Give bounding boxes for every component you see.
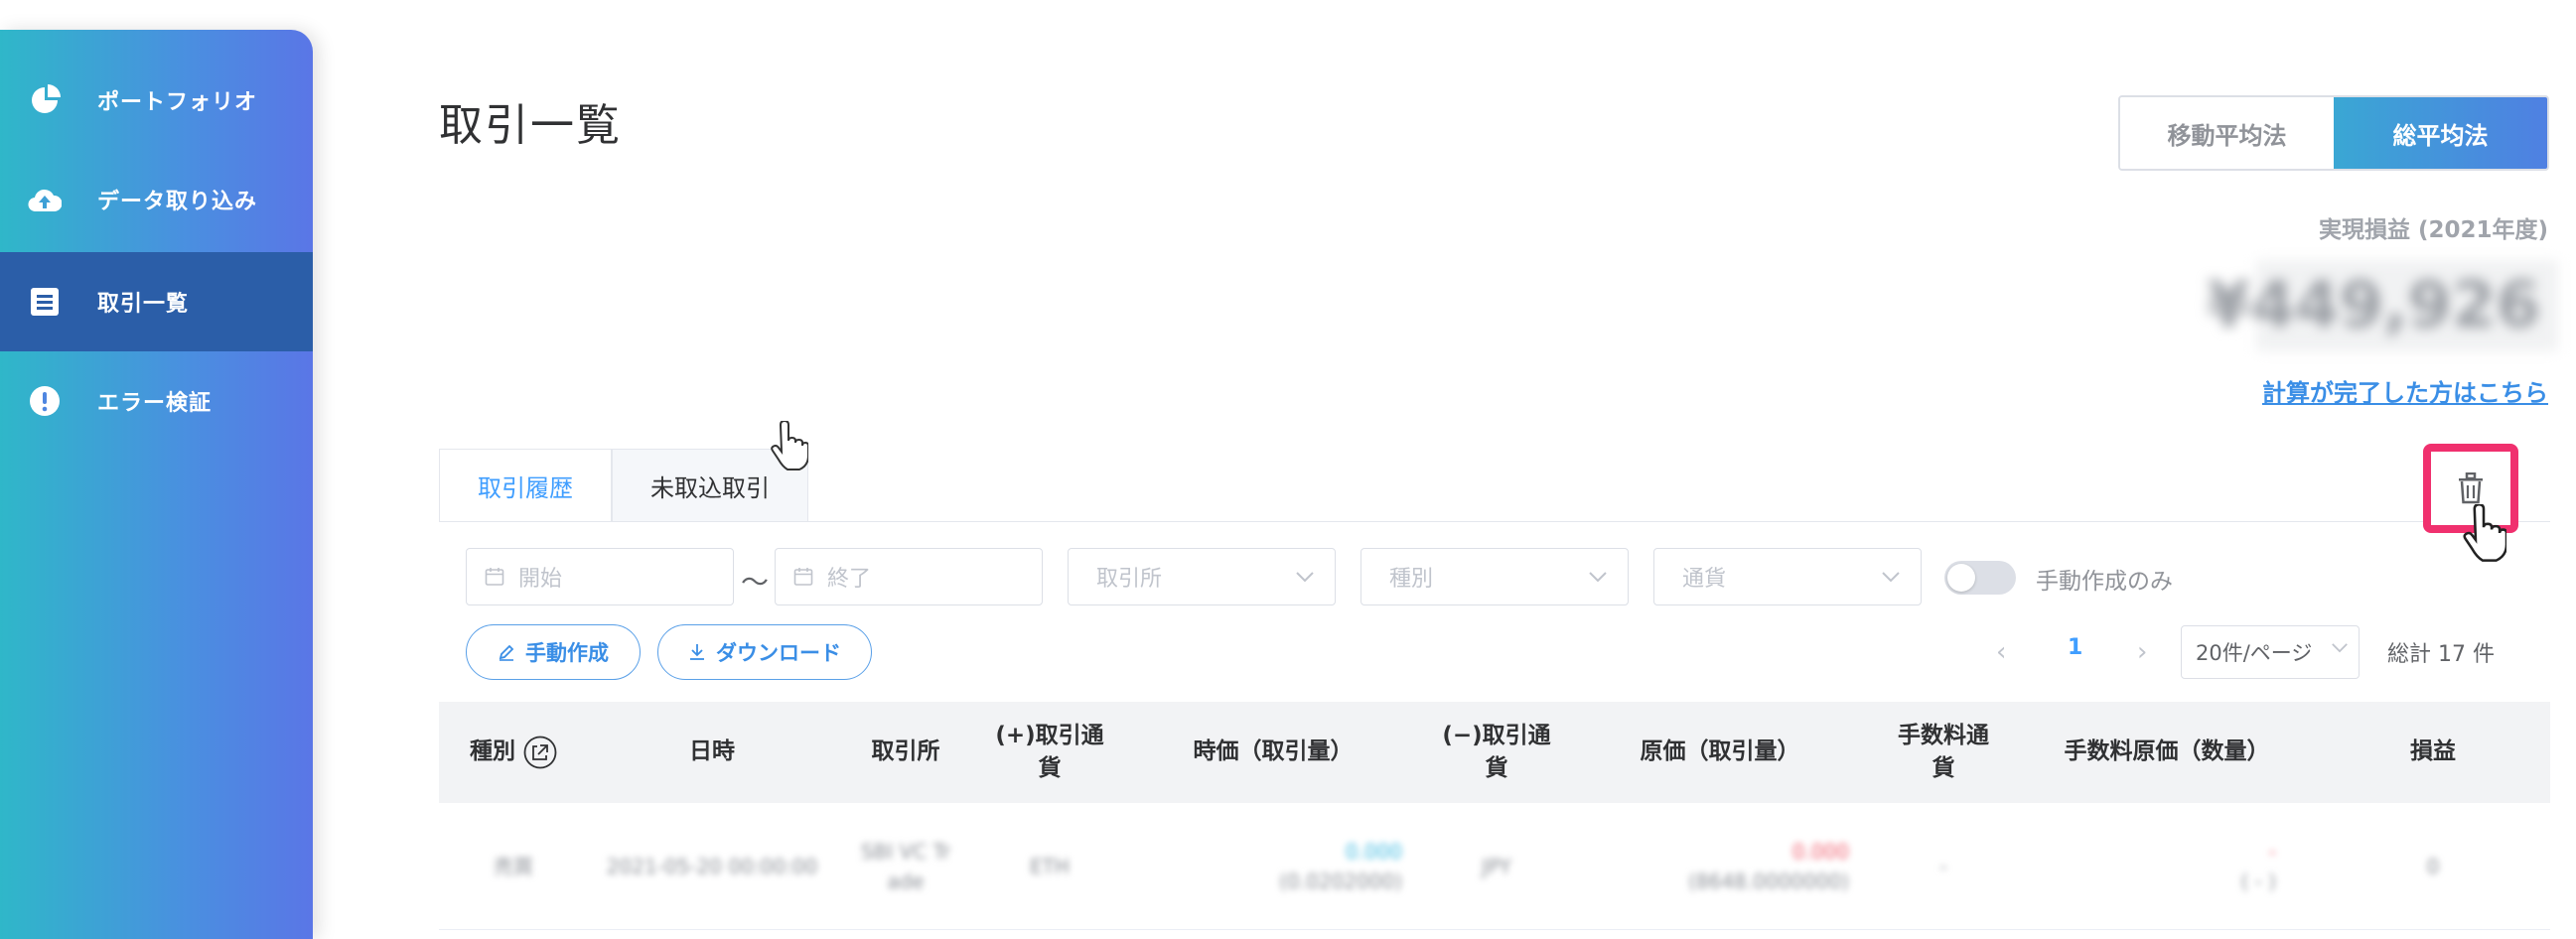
market-value-amount: 0.000 [1345, 840, 1402, 864]
tab-bar: 取引履歴 未取込取引 [439, 449, 808, 522]
column-header-market-value: 時価（取引量） [1193, 738, 1354, 765]
date-range-separator: 〜 [741, 566, 770, 599]
page-size-value: 20件/ページ [2196, 641, 2313, 665]
external-link-icon[interactable] [523, 736, 557, 769]
realized-pnl-label: 実現損益 (2021年度) [2318, 217, 2548, 243]
realized-pnl-value: ¥449,926 [2207, 260, 2558, 351]
currency-placeholder: 通貨 [1682, 567, 1727, 592]
current-page-number[interactable]: 1 [2068, 635, 2082, 660]
chevron-down-icon [2331, 642, 2349, 653]
cell-exchange: SBI VC Tr ade [860, 840, 951, 893]
sidebar-item-transactions[interactable]: 取引一覧 [0, 252, 313, 351]
cell-market-value: 0.000 (0.0202000) [1124, 803, 1422, 930]
exchange-select[interactable]: 取引所 [1068, 548, 1336, 605]
cell-fee-currency: - [1939, 855, 1947, 878]
trash-icon [2459, 472, 2483, 504]
cell-cost: 0.000 (8648.0000000) [1571, 803, 1869, 930]
cloud-upload-icon [28, 183, 62, 216]
sidebar-item-label: データ取り込み [97, 190, 258, 214]
type-select[interactable]: 種別 [1360, 548, 1629, 605]
sidebar-item-label: ポートフォリオ [97, 90, 258, 115]
cell-datetime: 2021-05-20 00:00:00 [606, 855, 818, 878]
currency-select[interactable]: 通貨 [1653, 548, 1922, 605]
start-date-placeholder: 開始 [518, 567, 563, 592]
column-header-fee-currency: 手数料通 貨 [1898, 722, 1989, 781]
fee-cost-amount: - [2268, 840, 2276, 864]
manual-only-switch[interactable] [1944, 561, 2016, 595]
alert-icon [28, 384, 62, 418]
download-icon [688, 643, 706, 661]
manual-create-label: 手動作成 [525, 641, 609, 665]
column-header-plus-currency: (+)取引通 貨 [995, 722, 1104, 781]
end-date-input[interactable]: 終了 [775, 548, 1043, 605]
page-size-select[interactable]: 20件/ページ [2181, 625, 2360, 679]
column-header-pnl: 損益 [2410, 738, 2456, 765]
manual-only-label: 手動作成のみ [2036, 569, 2173, 595]
column-header-exchange: 取引所 [871, 738, 940, 765]
type-placeholder: 種別 [1389, 567, 1434, 592]
market-value-qty: (0.0202000) [1279, 870, 1402, 893]
tab-divider [439, 521, 2550, 522]
table-header: 種別 日時 取引所 (+)取引通 貨 時価（取引量） (−)取引通 貨 原価（取… [439, 702, 2550, 803]
edit-icon [498, 643, 515, 661]
sidebar-item-error-check[interactable]: エラー検証 [0, 351, 313, 451]
column-header-fee-cost: 手数料原価（数量） [2064, 738, 2270, 765]
download-button[interactable]: ダウンロード [657, 624, 872, 680]
hand-cursor-icon [771, 421, 808, 470]
calculation-complete-link[interactable]: 計算が完了した方はこちら [2262, 373, 2548, 408]
total-count: 総計 17 件 [2387, 642, 2495, 667]
calendar-icon [793, 567, 813, 587]
cost-method-toggle: 移動平均法 総平均法 [2118, 95, 2549, 171]
total-average-button[interactable]: 総平均法 [2334, 97, 2547, 169]
page-title: 取引一覧 [439, 100, 622, 151]
pie-chart-icon [28, 83, 62, 117]
manual-create-button[interactable]: 手動作成 [466, 624, 641, 680]
start-date-input[interactable]: 開始 [466, 548, 734, 605]
column-header-cost: 原価（取引量） [1640, 738, 1800, 765]
sidebar-item-label: 取引一覧 [97, 292, 190, 317]
sidebar-item-data-import[interactable]: データ取り込み [0, 150, 313, 249]
sidebar-item-portfolio[interactable]: ポートフォリオ [0, 51, 313, 150]
chevron-down-icon [1295, 571, 1315, 583]
column-header-datetime: 日時 [689, 738, 735, 765]
cell-minus-currency: JPY [1482, 855, 1511, 878]
cell-fee-cost: - ( - ) [2018, 803, 2316, 930]
cell-plus-currency: ETH [1030, 855, 1070, 878]
fee-cost-qty: ( - ) [2240, 870, 2276, 893]
next-page-icon[interactable]: › [2137, 637, 2147, 667]
cost-amount: 0.000 [1791, 840, 1849, 864]
sidebar-item-label: エラー検証 [97, 391, 213, 416]
cost-qty: (8648.0000000) [1688, 870, 1849, 893]
column-header-type: 種別 [439, 702, 588, 803]
calendar-icon [485, 567, 504, 587]
hand-cursor-icon [2463, 504, 2506, 562]
chevron-down-icon [1881, 571, 1901, 583]
switch-knob [1947, 564, 1975, 592]
column-header-minus-currency: (−)取引通 貨 [1442, 722, 1551, 781]
prev-page-icon[interactable]: ‹ [1996, 637, 2006, 667]
cell-type: 売買 [494, 855, 533, 878]
download-label: ダウンロード [716, 641, 841, 665]
moving-average-button[interactable]: 移動平均法 [2120, 97, 2334, 169]
list-icon [28, 285, 62, 319]
cell-pnl: 0 [2426, 855, 2440, 878]
tab-transaction-history[interactable]: 取引履歴 [439, 449, 612, 522]
exchange-placeholder: 取引所 [1096, 567, 1163, 592]
chevron-down-icon [1588, 571, 1608, 583]
table-row[interactable]: 売買 2021-05-20 00:00:00 SBI VC Tr ade ETH… [439, 803, 2550, 930]
sidebar: ポートフォリオ データ取り込み 取引一覧 エラー検証 [0, 30, 313, 939]
end-date-placeholder: 終了 [827, 567, 872, 592]
